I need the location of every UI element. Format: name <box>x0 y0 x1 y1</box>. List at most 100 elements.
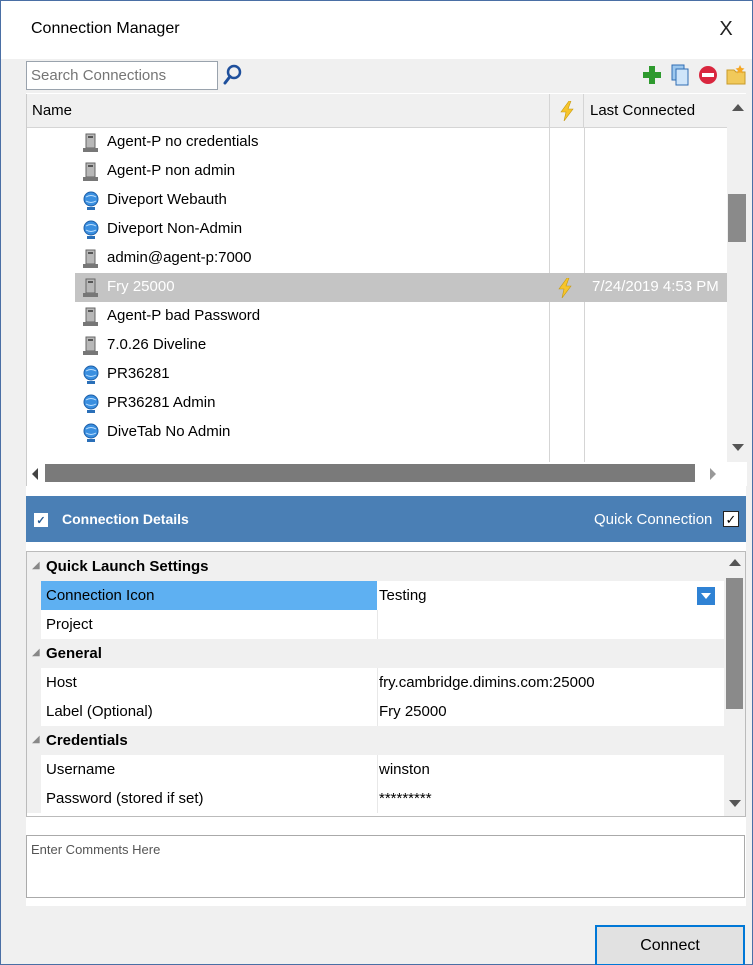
property-row-password[interactable]: Password (stored if set) ********* <box>27 784 724 813</box>
window-title: Connection Manager <box>31 20 180 37</box>
connection-details-header[interactable]: ✓ Connection Details Quick Connection ✓ <box>26 496 746 542</box>
category-label: Quick Launch Settings <box>46 558 209 575</box>
property-row-host[interactable]: Host fry.cambridge.dimins.com:25000 <box>27 668 724 697</box>
list-item-label: Agent-P no credentials <box>107 133 259 150</box>
scroll-thumb[interactable] <box>45 464 695 482</box>
server-icon <box>83 162 98 181</box>
column-header-name[interactable]: Name <box>32 102 72 119</box>
list-item[interactable]: 7.0.26 Diveline <box>27 331 727 360</box>
globe-icon <box>83 220 99 239</box>
category-quick-launch[interactable]: ◢ Quick Launch Settings <box>27 552 724 581</box>
list-item-label: Fry 25000 <box>107 278 175 295</box>
row-gutter <box>27 697 41 726</box>
column-header-last-connected[interactable]: Last Connected <box>590 102 695 119</box>
server-icon <box>83 249 98 268</box>
scroll-thumb[interactable] <box>726 578 743 709</box>
grid-vertical-scrollbar[interactable] <box>727 94 747 462</box>
category-general[interactable]: ◢ General <box>27 639 724 668</box>
collapse-toggle[interactable]: ✓ <box>34 513 48 527</box>
host-value[interactable]: fry.cambridge.dimins.com:25000 <box>379 674 595 691</box>
divider <box>377 755 378 784</box>
property-grid: ◢ Quick Launch Settings Connection Icon … <box>26 551 746 817</box>
list-item-label: Diveport Webauth <box>107 191 227 208</box>
copy-icon[interactable] <box>668 63 692 87</box>
property-grid-scrollbar[interactable] <box>724 552 745 816</box>
collapse-icon[interactable]: ◢ <box>32 560 40 571</box>
row-gutter <box>27 784 41 813</box>
grid-header: Name Last Connected <box>27 94 747 128</box>
lightning-icon <box>559 101 574 121</box>
category-credentials[interactable]: ◢ Credentials <box>27 726 724 755</box>
server-icon <box>83 278 98 297</box>
category-label: General <box>46 645 102 662</box>
add-icon[interactable] <box>640 63 664 87</box>
title-bar: Connection Manager X <box>1 1 752 59</box>
globe-icon <box>83 191 99 210</box>
globe-icon <box>83 394 99 413</box>
globe-icon <box>83 423 99 442</box>
server-icon <box>83 133 98 152</box>
row-gutter <box>27 668 41 697</box>
scroll-thumb[interactable] <box>728 194 746 242</box>
comments-field[interactable] <box>26 835 745 898</box>
connect-button[interactable]: Connect <box>595 925 745 965</box>
search-input[interactable] <box>26 61 218 90</box>
property-row-project[interactable]: Project <box>27 610 724 639</box>
list-item[interactable]: Agent-P no credentials <box>27 128 727 157</box>
property-name: Host <box>46 674 77 691</box>
username-value[interactable]: winston <box>379 761 430 778</box>
property-row-username[interactable]: Username winston <box>27 755 724 784</box>
list-item-label: Agent-P bad Password <box>107 307 261 324</box>
divider <box>377 668 378 697</box>
collapse-icon[interactable]: ◢ <box>32 734 40 745</box>
row-gutter <box>27 581 41 610</box>
list-item[interactable]: admin@agent-p:7000 <box>27 244 727 273</box>
password-value[interactable]: ********* <box>379 790 432 807</box>
list-item[interactable]: Diveport Non-Admin <box>27 215 727 244</box>
property-name: Label (Optional) <box>46 703 153 720</box>
search-icon[interactable] <box>222 63 244 87</box>
dropdown-button[interactable] <box>697 587 715 605</box>
scroll-down-icon[interactable] <box>732 444 744 451</box>
label-value[interactable]: Fry 25000 <box>379 703 447 720</box>
quick-connection-label: Quick Connection <box>594 511 713 528</box>
list-item[interactable]: Agent-P bad Password <box>27 302 727 331</box>
list-item[interactable]: Agent-P non admin <box>27 157 727 186</box>
connection-details-title: Connection Details <box>62 511 189 527</box>
list-item-selected[interactable]: Fry 25000 7/24/2019 4:53 PM <box>75 273 727 302</box>
scroll-up-icon[interactable] <box>729 559 741 566</box>
list-item-label: PR36281 Admin <box>107 394 216 411</box>
list-item[interactable]: Diveport Webauth <box>27 186 727 215</box>
close-button[interactable]: X <box>708 11 744 47</box>
row-gutter <box>27 755 41 784</box>
row-gutter <box>27 610 41 639</box>
list-item-label: Agent-P non admin <box>107 162 236 179</box>
property-name: Project <box>46 616 93 633</box>
connection-icon-select[interactable]: Testing <box>379 587 427 604</box>
lightning-icon <box>558 278 572 298</box>
list-item-label: DiveTab No Admin <box>107 423 231 440</box>
list-item[interactable]: PR36281 <box>27 360 727 389</box>
list-item[interactable]: DiveTab No Admin <box>27 418 727 447</box>
toolbar-icons <box>640 63 748 87</box>
new-folder-icon[interactable] <box>724 63 748 87</box>
list-item-label: PR36281 <box>107 365 170 382</box>
close-icon: X <box>719 17 733 40</box>
property-row-label[interactable]: Label (Optional) Fry 25000 <box>27 697 724 726</box>
property-row-connection-icon[interactable]: Connection Icon Testing <box>27 581 724 610</box>
collapse-icon[interactable]: ◢ <box>32 647 40 658</box>
list-item[interactable]: PR36281 Admin <box>27 389 727 418</box>
delete-icon[interactable] <box>696 63 720 87</box>
divider <box>377 697 378 726</box>
scroll-right-icon[interactable] <box>710 468 716 480</box>
quick-connection-checkbox[interactable]: ✓ <box>723 511 739 527</box>
column-header-quick[interactable] <box>549 94 584 128</box>
scroll-left-icon[interactable] <box>32 468 38 480</box>
property-name: Username <box>46 761 116 778</box>
list-item-label: admin@agent-p:7000 <box>107 249 252 266</box>
scroll-down-icon[interactable] <box>729 800 741 807</box>
divider <box>377 610 378 639</box>
search-toolbar <box>1 59 752 93</box>
grid-horizontal-scrollbar[interactable] <box>27 462 747 486</box>
scroll-up-icon[interactable] <box>732 104 744 111</box>
